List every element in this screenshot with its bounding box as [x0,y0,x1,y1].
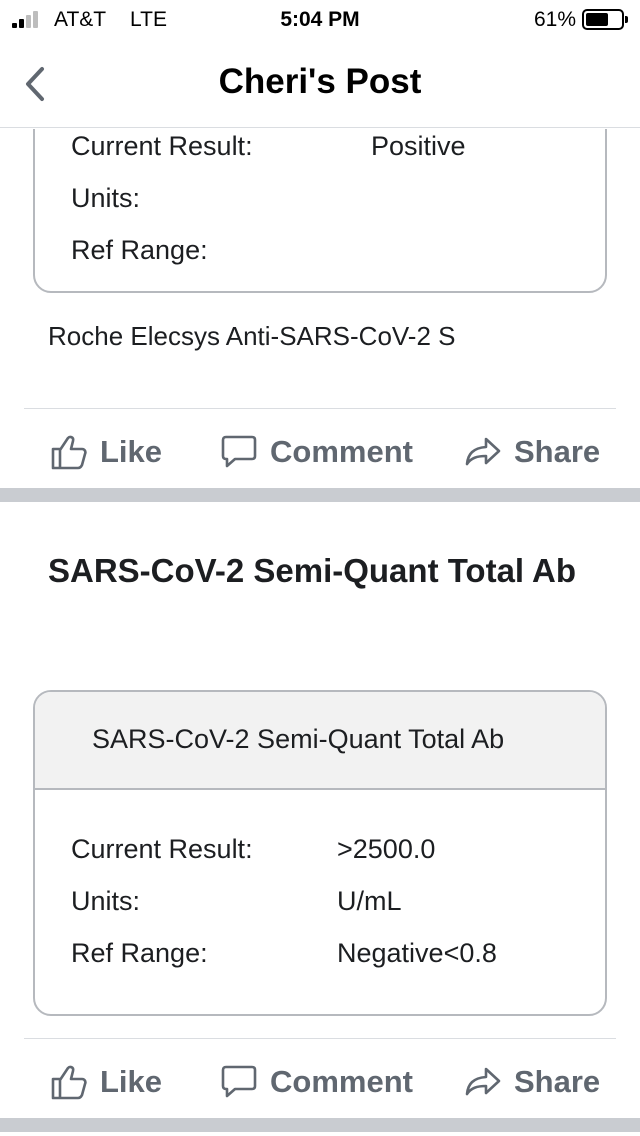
result-value: >2500.0 [337,834,436,864]
post-actions: Like Comment Share [0,1047,640,1117]
result-row: Current Result: Positive [71,131,466,162]
comment-button[interactable]: Comment [220,1047,413,1117]
post-separator [0,1118,640,1132]
result-row: Current Result: >2500.0 [71,834,435,865]
ref-range-label: Ref Range: [71,938,208,968]
units-label: Units: [71,886,141,916]
share-button[interactable]: Share [464,1047,600,1117]
status-bar: AT&T LTE 5:04 PM 61% [0,0,640,40]
result-label: Current Result: [71,131,253,161]
comment-icon [221,1065,257,1098]
units-row: Units: [71,183,140,214]
battery-percentage: 61% [533,8,576,31]
ref-range-row: Ref Range: [71,235,208,266]
like-label: Like [100,434,163,469]
lab-result-card: Current Result: Positive Units: Ref Rang… [33,129,607,293]
like-button[interactable]: Like [50,1047,162,1117]
thumbs-up-icon [51,1065,87,1100]
divider [24,408,616,409]
share-label: Share [514,1064,601,1099]
battery-icon [582,9,628,30]
thumbs-up-icon [51,435,87,470]
lab-result-card: SARS-CoV-2 Semi-Quant Total Ab Current R… [33,690,607,1016]
card-header: SARS-CoV-2 Semi-Quant Total Ab [35,692,605,790]
share-icon [465,1067,501,1096]
units-row: Units: U/mL [71,886,402,917]
units-label: Units: [71,183,141,213]
result-value: Positive [371,131,466,161]
result-label: Current Result: [71,834,253,864]
comment-button[interactable]: Comment [220,417,413,487]
share-label: Share [514,434,601,469]
like-label: Like [100,1064,163,1099]
comment-label: Comment [270,434,413,469]
post-actions: Like Comment Share [0,417,640,487]
divider [24,1038,616,1039]
post-separator [0,488,640,502]
page-title: Cheri's Post [218,62,422,101]
share-button[interactable]: Share [464,417,600,487]
card-caption: Roche Elecsys Anti-SARS-CoV-2 S [48,321,456,351]
like-button[interactable]: Like [50,417,162,487]
share-icon [465,437,501,466]
post-title: SARS-CoV-2 Semi-Quant Total Ab [48,552,577,589]
units-value: U/mL [337,886,402,916]
ref-range-value: Negative<0.8 [337,938,497,968]
navigation-bar: Cheri's Post [0,40,640,128]
comment-icon [221,435,257,468]
comment-label: Comment [270,1064,413,1099]
ref-range-label: Ref Range: [71,235,208,265]
feed-content[interactable]: Current Result: Positive Units: Ref Rang… [0,129,640,1136]
ref-range-row: Ref Range: Negative<0.8 [71,938,497,969]
card-header-title: SARS-CoV-2 Semi-Quant Total Ab [92,724,505,754]
